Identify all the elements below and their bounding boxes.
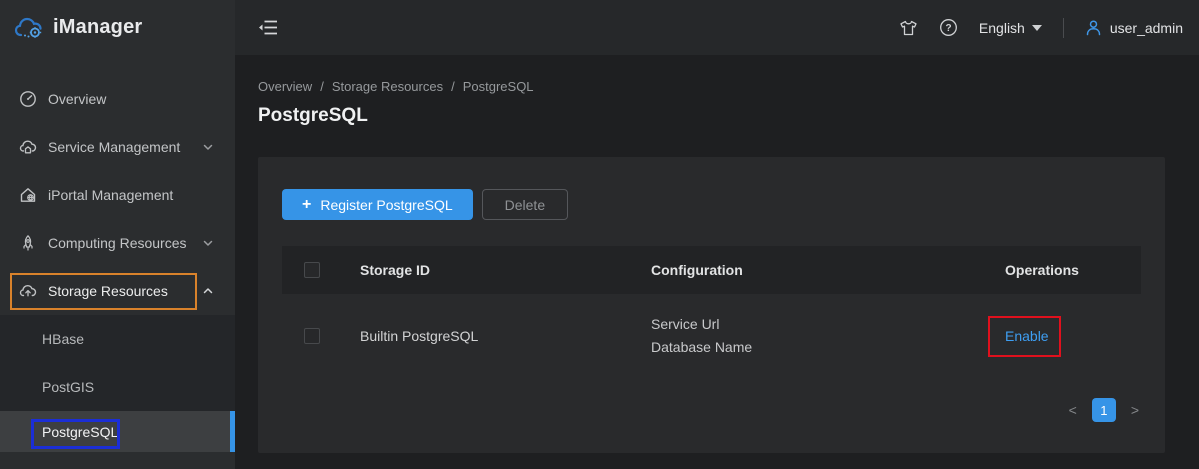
page-title: PostgreSQL xyxy=(258,105,368,127)
breadcrumb-separator: / xyxy=(320,79,324,94)
pagination-page-1[interactable]: 1 xyxy=(1092,398,1116,422)
storage-table: Storage ID Configuration Operations Buil… xyxy=(282,246,1141,377)
help-icon[interactable]: ? xyxy=(939,18,958,37)
user-menu[interactable]: user_admin xyxy=(1085,19,1183,36)
app-logo: iManager xyxy=(0,0,235,55)
row-checkbox[interactable] xyxy=(304,328,320,344)
sidebar-subitem-label: HBase xyxy=(42,331,84,347)
sidebar-item-overview[interactable]: Overview xyxy=(0,75,235,123)
column-header-storage-id: Storage ID xyxy=(360,262,651,278)
pagination-prev-icon[interactable]: < xyxy=(1069,402,1077,418)
sidebar-menu: Overview Service Management xyxy=(0,55,235,452)
app-title: iManager xyxy=(53,16,142,39)
sidebar-item-computing-resources[interactable]: Computing Resources xyxy=(0,219,235,267)
pagination: < 1 > xyxy=(1069,398,1139,422)
svg-text:?: ? xyxy=(945,23,951,34)
language-label: English xyxy=(979,20,1025,36)
breadcrumb-item-postgresql: PostgreSQL xyxy=(463,79,534,94)
configuration-cell: Service Url Database Name xyxy=(651,313,1005,359)
username-label: user_admin xyxy=(1110,20,1183,36)
select-all-checkbox[interactable] xyxy=(304,262,320,278)
topbar-right-group: ? English user_admin xyxy=(899,18,1183,38)
cloud-upload-icon xyxy=(19,282,37,300)
sidebar-subitem-label: PostGIS xyxy=(42,379,94,395)
register-postgresql-button[interactable]: + Register PostgreSQL xyxy=(282,189,473,220)
register-button-label: Register PostgreSQL xyxy=(320,197,452,213)
sidebar-item-storage-resources[interactable]: Storage Resources xyxy=(0,267,235,315)
chevron-down-icon xyxy=(203,238,213,248)
cloud-gear-logo-icon xyxy=(14,15,44,41)
caret-down-icon xyxy=(1032,25,1042,31)
portal-home-icon xyxy=(19,186,37,204)
sidebar-item-label: Computing Resources xyxy=(48,235,187,251)
chevron-up-icon xyxy=(203,286,213,296)
column-header-configuration: Configuration xyxy=(651,262,1005,278)
sidebar-item-iportal-management[interactable]: iPortal Management xyxy=(0,171,235,219)
storage-id-cell: Builtin PostgreSQL xyxy=(360,328,651,344)
toolbar: + Register PostgreSQL Delete xyxy=(282,189,568,220)
breadcrumb-separator: / xyxy=(451,79,455,94)
enable-link[interactable]: Enable xyxy=(1005,328,1049,344)
sidebar-item-label: Overview xyxy=(48,91,106,107)
table-row: Builtin PostgreSQL Service Url Database … xyxy=(282,294,1141,377)
column-header-operations: Operations xyxy=(1005,262,1141,278)
plus-icon: + xyxy=(302,197,311,213)
sidebar-item-label: Storage Resources xyxy=(48,283,168,299)
pagination-next-icon[interactable]: > xyxy=(1131,402,1139,418)
theme-tshirt-icon[interactable] xyxy=(899,19,918,37)
sidebar-subitem-postgis[interactable]: PostGIS xyxy=(0,363,235,411)
cloud-service-icon xyxy=(19,138,37,156)
user-icon xyxy=(1085,19,1102,36)
content-card: + Register PostgreSQL Delete Storage ID … xyxy=(258,157,1165,453)
sidebar-item-service-management[interactable]: Service Management xyxy=(0,123,235,171)
dashboard-icon xyxy=(19,90,37,108)
chevron-down-icon xyxy=(203,142,213,152)
table-header-row: Storage ID Configuration Operations xyxy=(282,246,1141,294)
sidebar: iManager Overview Service Management xyxy=(0,0,235,469)
menu-fold-icon[interactable] xyxy=(258,18,278,37)
configuration-service-url: Service Url xyxy=(651,313,1005,336)
breadcrumb: Overview / Storage Resources / PostgreSQ… xyxy=(258,79,534,94)
content-area: Overview / Storage Resources / PostgreSQ… xyxy=(235,55,1199,469)
rocket-icon xyxy=(19,234,37,252)
breadcrumb-item-storage-resources[interactable]: Storage Resources xyxy=(332,79,443,94)
topbar-divider xyxy=(1063,18,1064,38)
topbar: ? English user_admin xyxy=(235,0,1199,55)
sidebar-item-label: Service Management xyxy=(48,139,180,155)
storage-resources-submenu: HBase PostGIS PostgreSQL xyxy=(0,315,235,452)
configuration-database-name: Database Name xyxy=(651,336,1005,359)
language-selector[interactable]: English xyxy=(979,20,1042,36)
sidebar-subitem-label: PostgreSQL xyxy=(42,424,118,440)
sidebar-subitem-postgresql[interactable]: PostgreSQL xyxy=(0,411,235,452)
sidebar-subitem-hbase[interactable]: HBase xyxy=(0,315,235,363)
sidebar-item-label: iPortal Management xyxy=(48,187,173,203)
breadcrumb-item-overview[interactable]: Overview xyxy=(258,79,312,94)
main-area: ? English user_admin Overview xyxy=(235,0,1199,469)
delete-button[interactable]: Delete xyxy=(482,189,568,220)
